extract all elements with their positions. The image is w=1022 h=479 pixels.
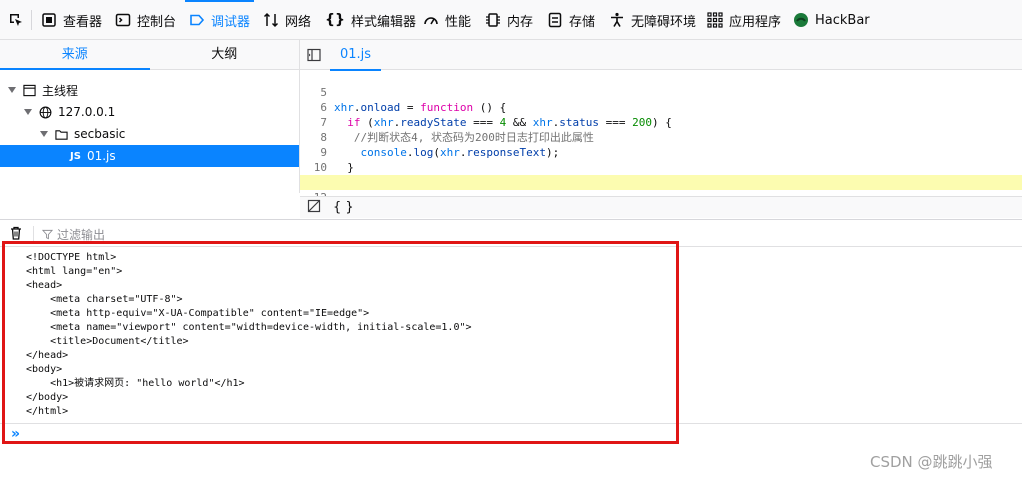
tree-item-file[interactable]: JS 01.js — [0, 145, 299, 167]
console-toolbar: 过滤输出 — [0, 219, 1022, 247]
tab-inspector[interactable]: 查看器 — [41, 0, 102, 40]
toolbar-divider — [31, 10, 32, 30]
source-editor: 01.js 5 xhr.onload = function () { 6 if … — [300, 40, 1022, 219]
style-editor-icon: {} — [325, 12, 345, 28]
pick-element-button[interactable] — [8, 0, 24, 40]
tree-item-host[interactable]: 127.0.0.1 — [0, 101, 299, 123]
watermark: CSDN @跳跳小强 — [870, 453, 993, 471]
console-line: <meta http-equiv="X-UA-Compatible" conte… — [26, 308, 370, 319]
sources-pane-tabs: 来源 大纲 — [0, 40, 299, 70]
tab-outline[interactable]: 大纲 — [150, 40, 300, 69]
tab-application[interactable]: 应用程序 — [707, 0, 781, 40]
code-line-highlighted: 12 xhr.send(null); — [300, 175, 1022, 219]
code-line: 11 — [300, 160, 1022, 189]
inspector-icon — [42, 13, 56, 27]
console-icon — [115, 13, 131, 27]
js-file-icon: JS — [70, 150, 81, 162]
editor-footer: { } — [300, 196, 1022, 218]
code-line: 5 xhr.onload = function () { — [300, 70, 1022, 114]
network-icon — [263, 12, 279, 28]
tab-sources[interactable]: 来源 — [0, 40, 150, 70]
tree-item-label: 127.0.0.1 — [58, 105, 116, 119]
tab-network[interactable]: 网络 — [263, 0, 311, 40]
code-line: 10 }; — [300, 145, 1022, 189]
code-line: 7 //判断状态4, 状态码为200时日志打印出此属性 — [300, 100, 1022, 144]
tab-inspector-label: 查看器 — [63, 14, 103, 30]
console-line: <meta name="viewport" content="width=dev… — [26, 322, 472, 333]
storage-icon — [548, 12, 562, 28]
console-output: <!DOCTYPE html> <html lang="en"> <head> … — [0, 248, 1022, 423]
tab-application-label: 应用程序 — [729, 14, 782, 30]
tab-console-label: 控制台 — [137, 14, 177, 30]
tab-style-editor-label: 样式编辑器 — [350, 14, 416, 30]
tab-hackbar[interactable]: HackBar — [793, 0, 870, 40]
application-icon — [707, 12, 723, 28]
tree-item-folder[interactable]: secbasic — [0, 123, 299, 145]
tree-item-main-thread[interactable]: 主线程 — [0, 79, 299, 101]
code-line: 8 console.log(xhr.responseText); — [300, 115, 1022, 159]
hackbar-icon — [794, 13, 808, 27]
code-line: 9 } — [300, 130, 1022, 174]
console-line: <body> — [26, 364, 63, 375]
filter-icon — [42, 229, 53, 240]
tab-style-editor[interactable]: {} 样式编辑器 — [325, 0, 416, 40]
expand-arrow-icon[interactable] — [40, 131, 48, 137]
tab-storage-label: 存储 — [569, 14, 596, 30]
sources-pane: 来源 大纲 主线程 127.0.0.1 secbasic JS 01.js — [0, 40, 300, 193]
disable-sourcemap-icon[interactable] — [307, 199, 321, 216]
console-line: <h1>被请求网页: "hello world"</h1> — [26, 378, 245, 389]
pick-element-icon — [10, 14, 22, 26]
tree-item-label: 主线程 — [42, 83, 79, 98]
accessibility-icon — [611, 12, 623, 27]
console-line: <title>Document</title> — [26, 336, 189, 347]
globe-icon — [38, 105, 52, 119]
editor-tab-file[interactable]: 01.js — [330, 40, 382, 71]
toggle-sidebar-icon[interactable] — [307, 48, 321, 65]
folder-icon — [54, 127, 68, 141]
tree-item-label: 01.js — [86, 149, 116, 163]
performance-icon — [424, 17, 438, 25]
tree-item-label: secbasic — [74, 127, 126, 141]
tab-debugger-label: 调试器 — [211, 14, 251, 30]
memory-icon — [486, 13, 500, 27]
console-line: </head> — [26, 350, 69, 361]
console-line: <!DOCTYPE html> — [26, 252, 117, 263]
devtools-toolbar: 查看器 控制台 调试器 网络 {} 样式编辑器 性能 内存 存储 无障碍环境 应… — [0, 0, 1022, 40]
console-line: <html lang="en"> — [26, 266, 123, 277]
tab-memory-label: 内存 — [507, 14, 534, 30]
tab-performance-label: 性能 — [445, 14, 472, 30]
tab-accessibility[interactable]: 无障碍环境 — [609, 0, 696, 40]
console-prompt-icon: » — [11, 426, 21, 442]
console-line: <head> — [26, 280, 63, 291]
clear-console-icon[interactable] — [9, 226, 23, 243]
console-input[interactable]: » — [0, 423, 1022, 443]
expand-arrow-icon[interactable] — [8, 87, 16, 93]
tab-storage[interactable]: 存储 — [547, 0, 595, 40]
pretty-print-button[interactable]: { } — [333, 200, 354, 215]
console-line: <meta charset="UTF-8"> — [26, 294, 183, 305]
editor-tabs: 01.js — [300, 40, 1022, 71]
console-line: </html> — [26, 406, 69, 417]
code-line: 6 if (xhr.readyState === 4 && xhr.status… — [300, 85, 1022, 129]
toolbar-divider — [33, 226, 34, 242]
console-line: </body> — [26, 392, 69, 403]
tab-accessibility-label: 无障碍环境 — [631, 14, 697, 30]
filter-output-input[interactable]: 过滤输出 — [42, 226, 105, 243]
expand-arrow-icon[interactable] — [24, 109, 32, 115]
tab-console[interactable]: 控制台 — [115, 0, 176, 40]
filter-placeholder: 过滤输出 — [57, 228, 106, 242]
tab-memory[interactable]: 内存 — [485, 0, 533, 40]
tab-debugger[interactable]: 调试器 — [184, 0, 255, 40]
tab-performance[interactable]: 性能 — [423, 0, 471, 40]
tab-network-label: 网络 — [285, 14, 312, 30]
window-icon — [22, 83, 36, 97]
tab-hackbar-label: HackBar — [815, 12, 870, 28]
debugger-icon — [190, 14, 205, 26]
